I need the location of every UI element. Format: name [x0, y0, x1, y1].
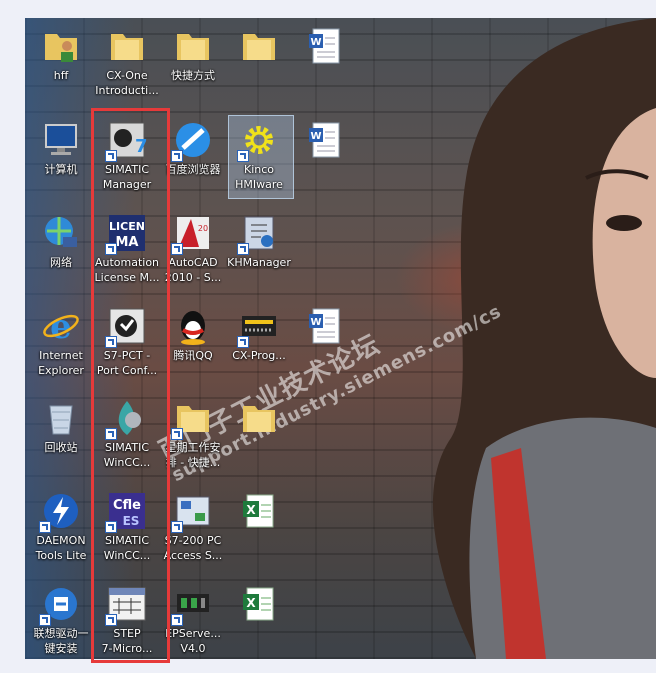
- shortcut-arrow-icon: [171, 428, 183, 440]
- desktop-icon-blurred-doc1[interactable]: W: [289, 26, 361, 112]
- icon-label: CX-One Introducti...: [95, 69, 159, 97]
- icon-label: 网络: [50, 256, 72, 269]
- svg-text:X: X: [246, 596, 256, 610]
- desktop-icon-kinco[interactable]: Kinco HMIware: [223, 120, 295, 206]
- folder-icon: [111, 34, 143, 60]
- folder-icon: [177, 34, 209, 60]
- icon-label: 快捷方式: [171, 69, 215, 82]
- document-icon: W: [309, 122, 340, 158]
- desktop-icon-shortcut-folder[interactable]: 快捷方式: [157, 26, 229, 112]
- user-folder-icon: [45, 34, 77, 62]
- svg-text:X: X: [246, 503, 256, 517]
- desktop-icon-blurred-excel2[interactable]: X: [223, 584, 295, 659]
- icon-label: CX-Prog...: [232, 349, 286, 362]
- shortcut-arrow-icon: [237, 336, 249, 348]
- shortcut-arrow-icon: [171, 614, 183, 626]
- computer-icon: [45, 124, 77, 155]
- icon-label: [223, 533, 295, 563]
- icon-label: 计算机: [44, 163, 78, 176]
- folder-icon: [243, 406, 275, 432]
- desktop-icon-blurred-folder2[interactable]: [223, 398, 295, 484]
- excel-icon: X: [243, 587, 274, 621]
- desktop-icon-cx-prog[interactable]: CX-Prog...: [223, 306, 295, 392]
- desktop-icon-computer[interactable]: 计算机: [25, 120, 97, 206]
- desktop-icon-blurred-doc2[interactable]: W: [289, 120, 361, 206]
- shortcut-arrow-icon: [237, 150, 249, 162]
- svg-text:e: e: [50, 307, 72, 346]
- recycle-bin-icon: [49, 405, 73, 435]
- document-icon: W: [309, 28, 340, 64]
- svg-text:W: W: [310, 131, 321, 142]
- icon-label: Kinco HMIware: [235, 163, 283, 191]
- desktop-icon-daemon[interactable]: DAEMON Tools Lite: [25, 491, 97, 577]
- icon-label: hff: [53, 69, 69, 82]
- icon-label: Internet Explorer: [38, 349, 84, 377]
- shortcut-arrow-icon: [39, 521, 51, 533]
- desktop-icon-recycle-bin[interactable]: 回收站: [25, 398, 97, 484]
- desktop-icon-lenovo-driver[interactable]: 联想驱动一 键安装: [25, 584, 97, 659]
- icon-label: [223, 68, 295, 98]
- document-icon: W: [309, 308, 340, 344]
- desktop-icon-hff[interactable]: hff: [25, 26, 97, 112]
- shortcut-arrow-icon: [171, 150, 183, 162]
- shortcut-arrow-icon: [171, 243, 183, 255]
- desktop-icon-blurred-excel1[interactable]: X: [223, 491, 295, 577]
- icon-label: [223, 626, 295, 656]
- desktop-icon-khmanager[interactable]: KHManager: [223, 213, 295, 299]
- shortcut-arrow-icon: [171, 521, 183, 533]
- red-highlight-box: [91, 108, 170, 663]
- icon-label: KHManager: [227, 256, 291, 269]
- network-icon: [45, 217, 77, 247]
- folder-icon: [243, 34, 275, 60]
- icon-label: DAEMON Tools Lite: [35, 534, 87, 562]
- icon-label: [289, 162, 361, 192]
- svg-text:20: 20: [198, 224, 208, 233]
- excel-icon: X: [243, 494, 274, 528]
- qq-icon: [181, 311, 205, 345]
- icon-label: [289, 68, 361, 98]
- desktop-icon-network[interactable]: 网络: [25, 213, 97, 299]
- desktop-icon-ie[interactable]: e Internet Explorer: [25, 306, 97, 392]
- icon-label: 回收站: [44, 441, 78, 454]
- desktop-icon-cx-one[interactable]: CX-One Introducti...: [91, 26, 163, 112]
- icon-label: [223, 440, 295, 470]
- icon-label: 联想驱动一 键安装: [33, 627, 89, 655]
- svg-text:W: W: [310, 37, 321, 48]
- desktop-icon-blurred-folder[interactable]: [223, 26, 295, 112]
- desktop-icon-blurred-doc3[interactable]: W: [289, 306, 361, 392]
- shortcut-arrow-icon: [39, 614, 51, 626]
- icon-label: [289, 348, 361, 378]
- shortcut-arrow-icon: [237, 243, 249, 255]
- svg-text:W: W: [310, 317, 321, 328]
- ie-icon: e: [43, 307, 79, 346]
